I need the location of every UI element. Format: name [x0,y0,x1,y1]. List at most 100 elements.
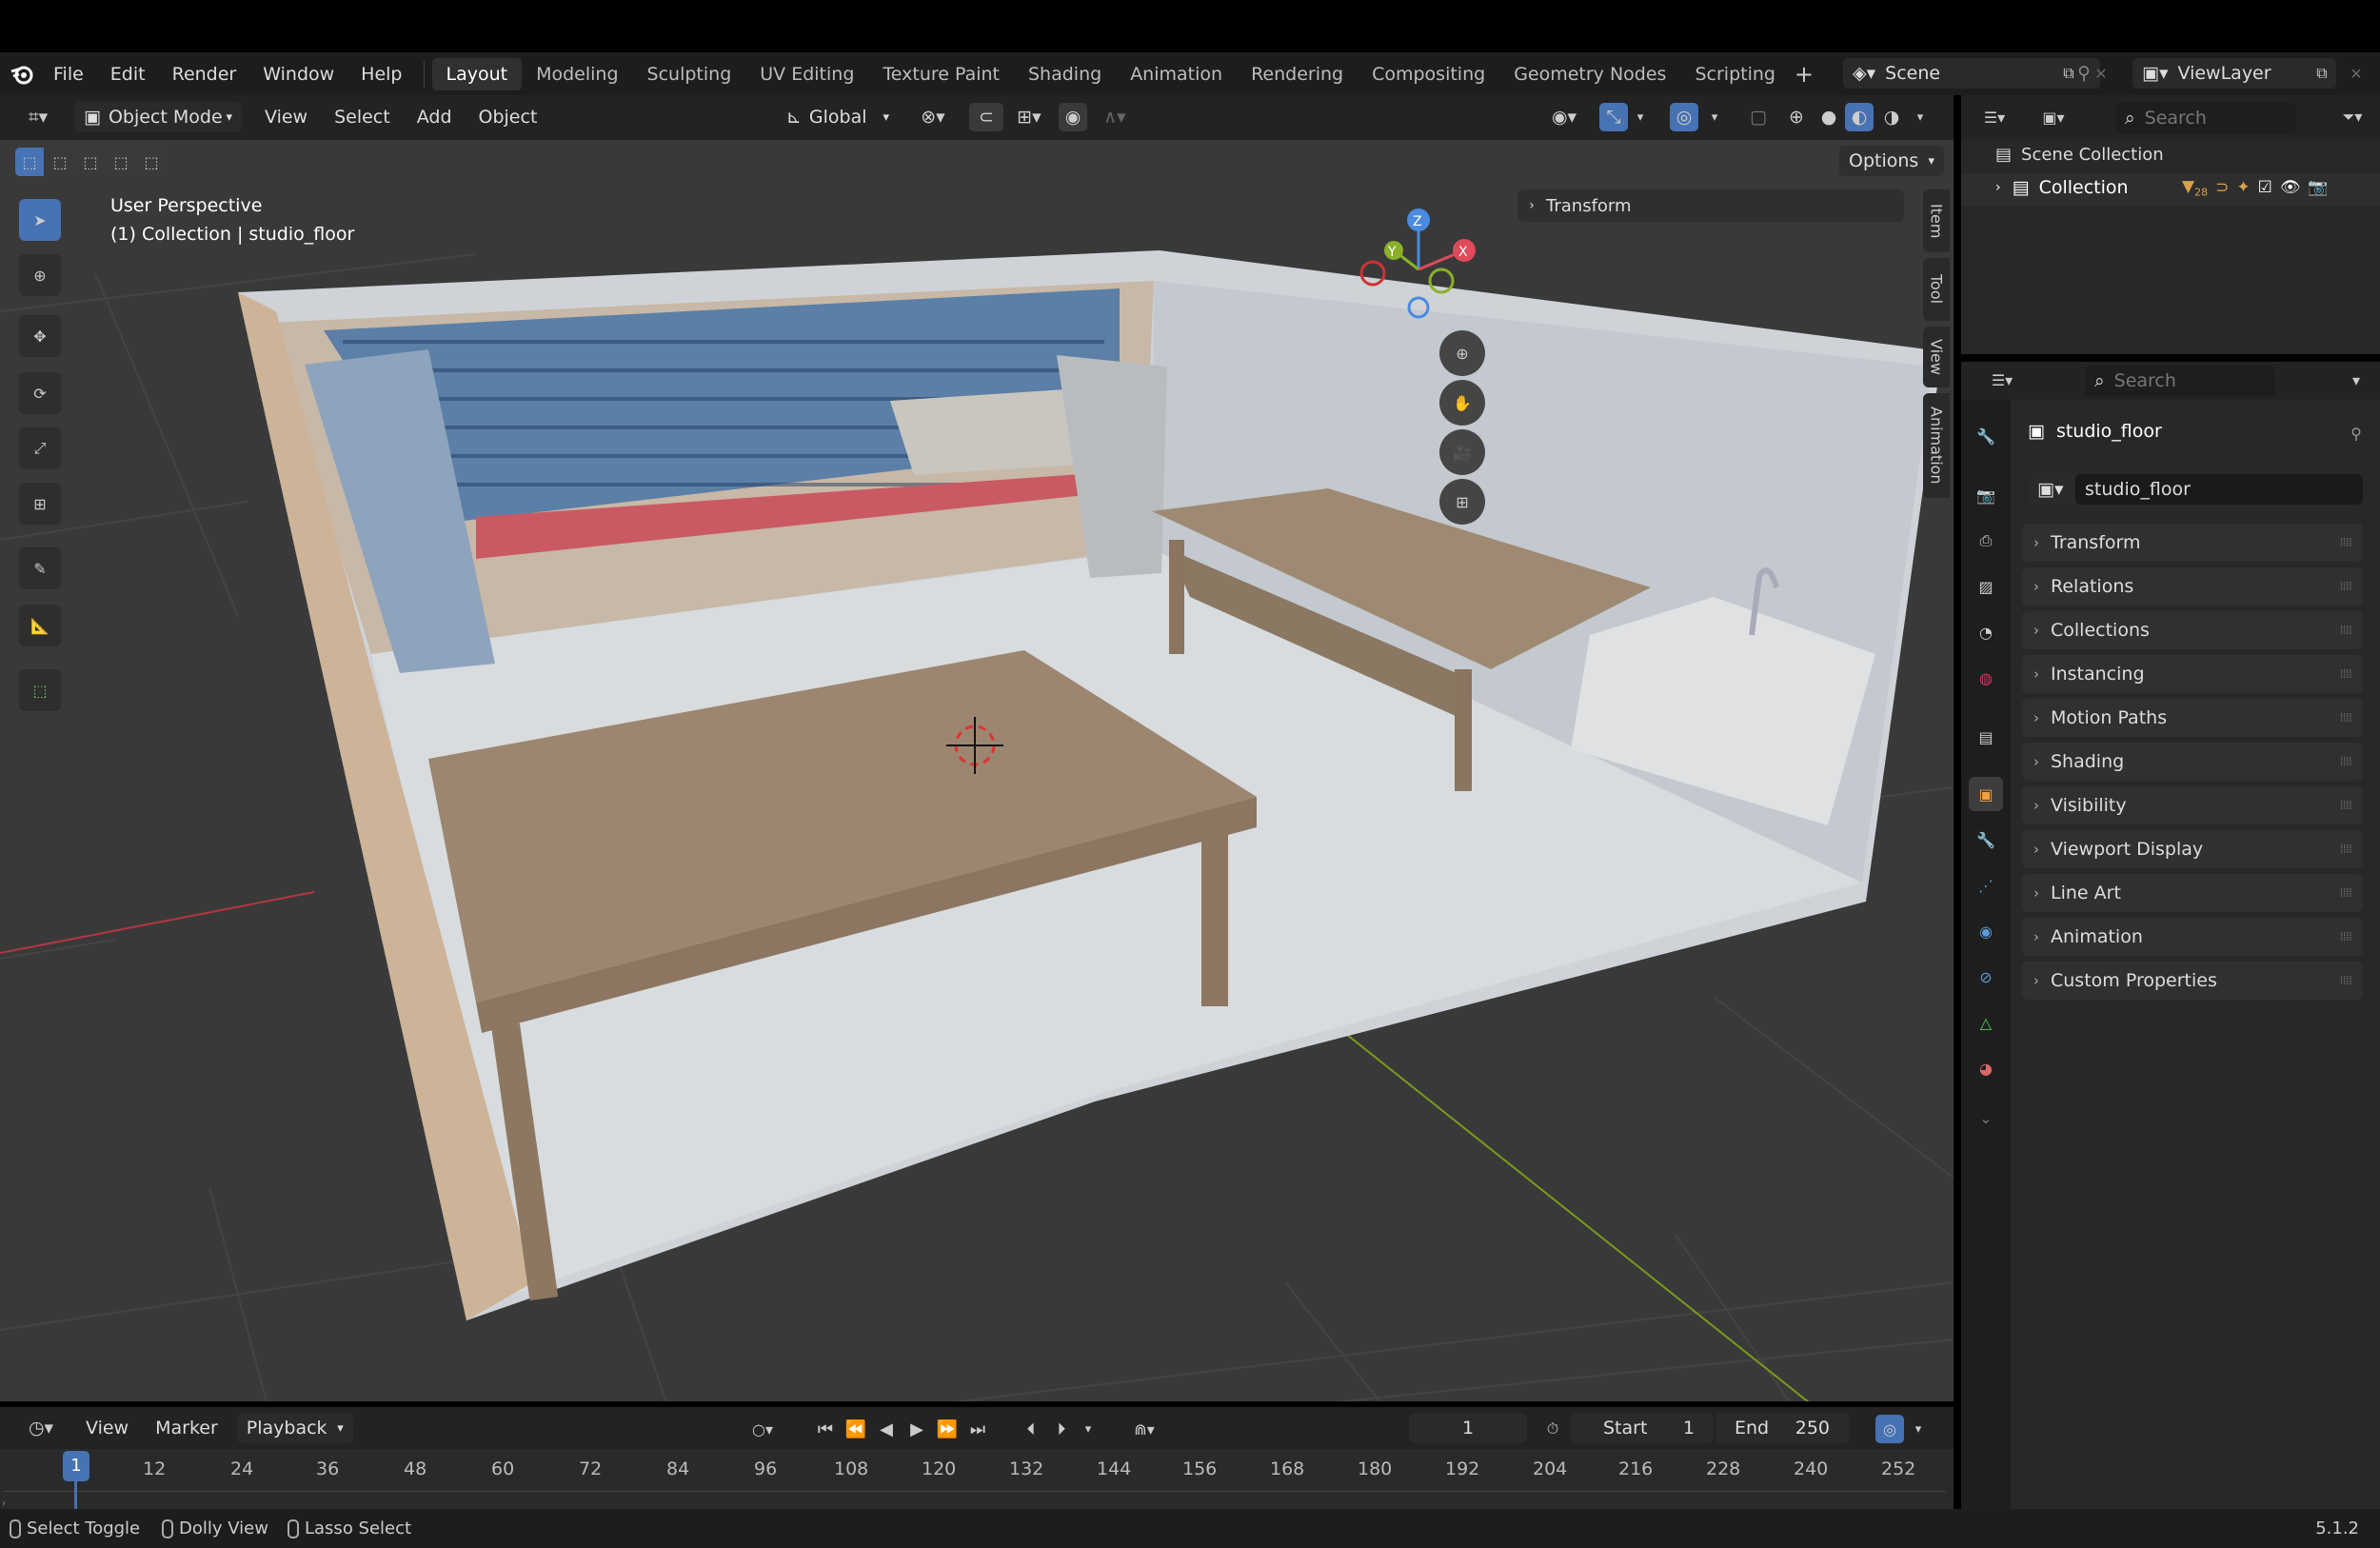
grip-icon[interactable]: ⁞⁞⁞⁞ [2339,886,2351,901]
grip-icon[interactable]: ⁞⁞⁞⁞ [2339,536,2351,550]
select-new-icon[interactable]: ⬚ [15,148,44,176]
menu-window[interactable]: Window [249,64,347,85]
timeline-menu-marker[interactable]: Marker [142,1418,231,1439]
proportional-edit-icon[interactable]: ◉ [1059,103,1087,131]
cursor-tool[interactable]: ⊕ [19,254,61,296]
falloff-icon[interactable]: ∧▾ [1091,103,1139,131]
start-frame-field[interactable]: Start 1 [1571,1413,1714,1443]
panel-transform[interactable]: › Transform ⁞⁞⁞⁞ [2022,524,2363,562]
tab-uv-editing[interactable]: UV Editing [745,58,868,90]
panel-animation[interactable]: › Animation ⁞⁞⁞⁞ [2022,918,2363,956]
pin-icon[interactable]: ⚲ [2342,419,2370,447]
outliner-editor-icon[interactable]: ☰▾ [1973,103,2016,131]
physics-tab[interactable]: ◉ [1969,914,2003,948]
panel-instancing[interactable]: › Instancing ⁞⁞⁞⁞ [2022,655,2363,693]
scene-tab[interactable]: ◔ [1969,615,2003,649]
grip-icon[interactable]: ⁞⁞⁞⁞ [2339,755,2351,769]
pivot-icon[interactable]: ⊗▾ [910,103,956,131]
view-layer-selector[interactable]: ▣▾ ViewLayer [2132,58,2336,89]
delete-view-layer-icon[interactable]: ✕ [2342,59,2370,88]
menu-edit[interactable]: Edit [97,64,159,85]
side-tab-animation[interactable]: Animation [1923,393,1950,498]
collection-tab[interactable]: ▤ [1969,720,2003,754]
grip-icon[interactable]: ⁞⁞⁞⁞ [2339,580,2351,594]
orientation-selector[interactable]: ⊾ Global ▾ [777,102,899,132]
rotate-tool[interactable]: ⟳ [19,372,61,414]
grip-icon[interactable]: ⁞⁞⁞⁞ [2339,974,2351,988]
grip-icon[interactable]: ⁞⁞⁞⁞ [2339,711,2351,725]
world-tab[interactable]: ◍ [1969,661,2003,695]
material-shading-icon[interactable]: ◐ [1845,103,1874,131]
annotate-tool[interactable]: ✎ [19,547,61,589]
chevron-down-icon[interactable]: ▾ [1908,1415,1929,1443]
editor-type-icon[interactable]: ⌗▾ [17,103,59,131]
filter-icon[interactable]: ⏷▾ [2330,103,2374,131]
step-forward-icon[interactable]: ⏵ [1047,1415,1076,1443]
pan-button[interactable]: ✋ [1439,380,1485,426]
chevron-down-icon[interactable]: ▾ [1078,1415,1099,1443]
display-mode-icon[interactable]: ▣▾ [2032,103,2075,131]
timeline-overlay-icon[interactable]: ◎ [1875,1415,1904,1443]
jump-start-icon[interactable]: ⏮ [811,1415,840,1443]
snap-target-icon[interactable]: ⊞▾ [1005,103,1053,131]
playback-dropdown[interactable]: Playback ▾ [236,1413,353,1443]
zoom-button[interactable]: ⊕ [1439,330,1485,376]
expand-arrow-icon[interactable]: › [1995,180,2001,195]
chevron-down-icon[interactable]: ▾ [2342,366,2370,394]
select-extend-icon[interactable]: ⬚ [46,148,74,176]
material-tab[interactable]: ◕ [1969,1051,2003,1085]
outliner-search[interactable]: ⌕ Search [2115,103,2296,133]
menu-file[interactable]: File [40,64,97,85]
move-tool[interactable]: ✥ [19,315,61,357]
grip-icon[interactable]: ⁞⁞⁞⁞ [2339,843,2351,857]
select-invert-icon[interactable]: ⬚ [107,148,135,176]
shading-menu-icon[interactable]: ▾ [1910,103,1931,131]
tab-compositing[interactable]: Compositing [1358,58,1499,90]
step-back-icon[interactable]: ⏴ [1017,1415,1045,1443]
timeline-menu-view[interactable]: View [72,1418,142,1439]
constraints-tab[interactable]: ⊘ [1969,960,2003,994]
xray-icon[interactable]: ▢ [1744,103,1773,131]
vp-menu-object[interactable]: Object [466,107,551,128]
tab-geometry-nodes[interactable]: Geometry Nodes [1499,58,1680,90]
end-frame-field[interactable]: End 250 [1716,1413,1849,1443]
render-tab[interactable]: 📷 [1969,478,2003,512]
tab-shading[interactable]: Shading [1014,58,1116,90]
panel-line-art[interactable]: › Line Art ⁞⁞⁞⁞ [2022,874,2363,912]
tab-rendering[interactable]: Rendering [1237,58,1358,90]
overlays-icon[interactable]: ◎ [1670,103,1698,131]
view-layer-tab[interactable]: ▨ [1969,569,2003,604]
new-scene-icon[interactable]: ⧉ [2054,59,2083,88]
vp-menu-view[interactable]: View [251,107,321,128]
3d-viewport[interactable]: User Perspective (1) Collection | studio… [0,139,1954,1401]
grip-icon[interactable]: ⁞⁞⁞⁞ [2339,799,2351,813]
exclude-checkbox[interactable]: ☑ [2258,178,2272,197]
panel-relations[interactable]: › Relations ⁞⁞⁞⁞ [2022,567,2363,605]
properties-search[interactable]: ⌕ Search [2085,366,2275,396]
side-tab-item[interactable]: Item [1923,189,1950,252]
auto-keying-icon[interactable]: ⋒▾ [1116,1415,1173,1443]
more-tabs[interactable]: ⌄ [1969,1101,2003,1135]
rendered-shading-icon[interactable]: ◑ [1877,103,1906,131]
expand-channels-icon[interactable]: › [2,1498,8,1509]
output-tab[interactable]: ⎙ [1969,524,2003,558]
vp-menu-add[interactable]: Add [404,107,466,128]
panel-collections[interactable]: › Collections ⁞⁞⁞⁞ [2022,611,2363,649]
select-intersect-icon[interactable]: ⬚ [137,148,166,176]
stopwatch-icon[interactable]: ⏱ [1538,1415,1567,1443]
tab-layout[interactable]: Layout [431,57,523,90]
object-tab[interactable]: ▣ [1969,777,2003,811]
current-frame-field[interactable]: 1 [1409,1413,1527,1443]
next-keyframe-icon[interactable]: ⏩ [933,1415,962,1443]
properties-editor-icon[interactable]: ☰▾ [1980,366,2024,394]
select-box-tool[interactable]: ➤ [19,199,61,241]
measure-tool[interactable]: 📐 [19,605,61,646]
vp-menu-select[interactable]: Select [321,107,404,128]
add-workspace-icon[interactable]: + [1790,60,1818,89]
solid-shading-icon[interactable]: ● [1815,103,1843,131]
tab-texture-paint[interactable]: Texture Paint [868,58,1014,90]
transform-panel-header[interactable]: › Transform [1517,189,1904,222]
datablock-type-icon[interactable]: ▣▾ [2028,474,2077,505]
prev-keyframe-icon[interactable]: ⏪ [842,1415,870,1443]
scene-collection-row[interactable]: ▤ Scene Collection [1995,145,2164,165]
